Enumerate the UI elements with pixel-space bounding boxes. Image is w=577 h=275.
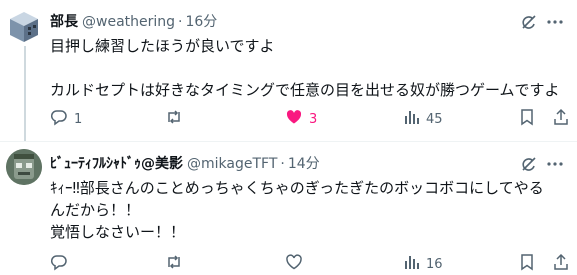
timestamp[interactable]: 16分 [185, 14, 217, 30]
display-name[interactable]: ﾋﾞｭｰﾃｨﾌﾙｼｬﾄﾞｩ@美影 [50, 156, 183, 172]
retweet-icon [165, 108, 183, 130]
tweet-line: カルドセプトは好きなタイミングで任意の目を出せる奴が勝つゲームですよ [50, 81, 560, 99]
bookmark-icon [518, 108, 536, 130]
views-icon [402, 108, 420, 130]
view-count: 45 [426, 111, 443, 127]
tweet-text: 目押し練習したほうが良いですよ カルドセプトは好きなタイミングで任意の目を出せる… [50, 35, 570, 101]
separator-dot: · [280, 156, 285, 172]
action-bar: 1 3 45 [50, 108, 570, 130]
grok-icon[interactable] [520, 155, 538, 173]
more-icon[interactable] [545, 13, 565, 31]
separator-dot: · [178, 14, 183, 30]
user-handle[interactable]: @weathering [82, 14, 175, 30]
reply-icon [50, 108, 68, 130]
tweet-header: ﾋﾞｭｰﾃｨﾌﾙｼｬﾄﾞｩ@美影 @mikageTFT · 14分 [50, 155, 320, 173]
views-button[interactable]: 45 [402, 108, 443, 130]
share-icon [552, 108, 570, 130]
display-name[interactable]: 部長 [50, 14, 78, 30]
tweet-text: ｷｨｰ‼部長さんのことめっちゃくちゃのぎったぎたのボッコボコにしてやる んだから… [50, 177, 570, 243]
user-handle[interactable]: @mikageTFT [187, 156, 277, 172]
avatar[interactable] [6, 149, 42, 185]
bookmark-button[interactable] [518, 108, 536, 130]
tweet-1[interactable]: 部長 @weathering · 16分 目押し練習したほうが良いですよ カルドセプト… [0, 0, 577, 141]
tweet-line: 目押し練習したほうが良いですよ [50, 37, 275, 55]
like-button[interactable]: 3 [285, 108, 317, 130]
more-icon[interactable] [545, 155, 565, 173]
retweet-button[interactable] [165, 108, 189, 130]
tweet-line: 覚悟しなさいー！！ [50, 223, 186, 241]
view-count: 16 [426, 256, 443, 272]
tweet-line: んだから！！ [50, 201, 141, 219]
like-icon [285, 108, 303, 130]
tweet-line: ｷｨｰ‼部長さんのことめっちゃくちゃのぎったぎたのボッコボコにしてやる [50, 179, 544, 197]
grok-icon[interactable] [520, 13, 538, 31]
avatar[interactable] [6, 9, 42, 45]
tweet-2[interactable]: ﾋﾞｭｰﾃｨﾌﾙｼｬﾄﾞｩ@美影 @mikageTFT · 14分 ｷｨｰ‼部長さんの… [0, 141, 577, 272]
share-button[interactable] [552, 108, 570, 130]
tweet-header: 部長 @weathering · 16分 [50, 13, 217, 31]
timestamp[interactable]: 14分 [288, 156, 320, 172]
reply-button[interactable]: 1 [50, 108, 82, 130]
like-count: 3 [309, 111, 318, 127]
reply-count: 1 [74, 111, 83, 127]
